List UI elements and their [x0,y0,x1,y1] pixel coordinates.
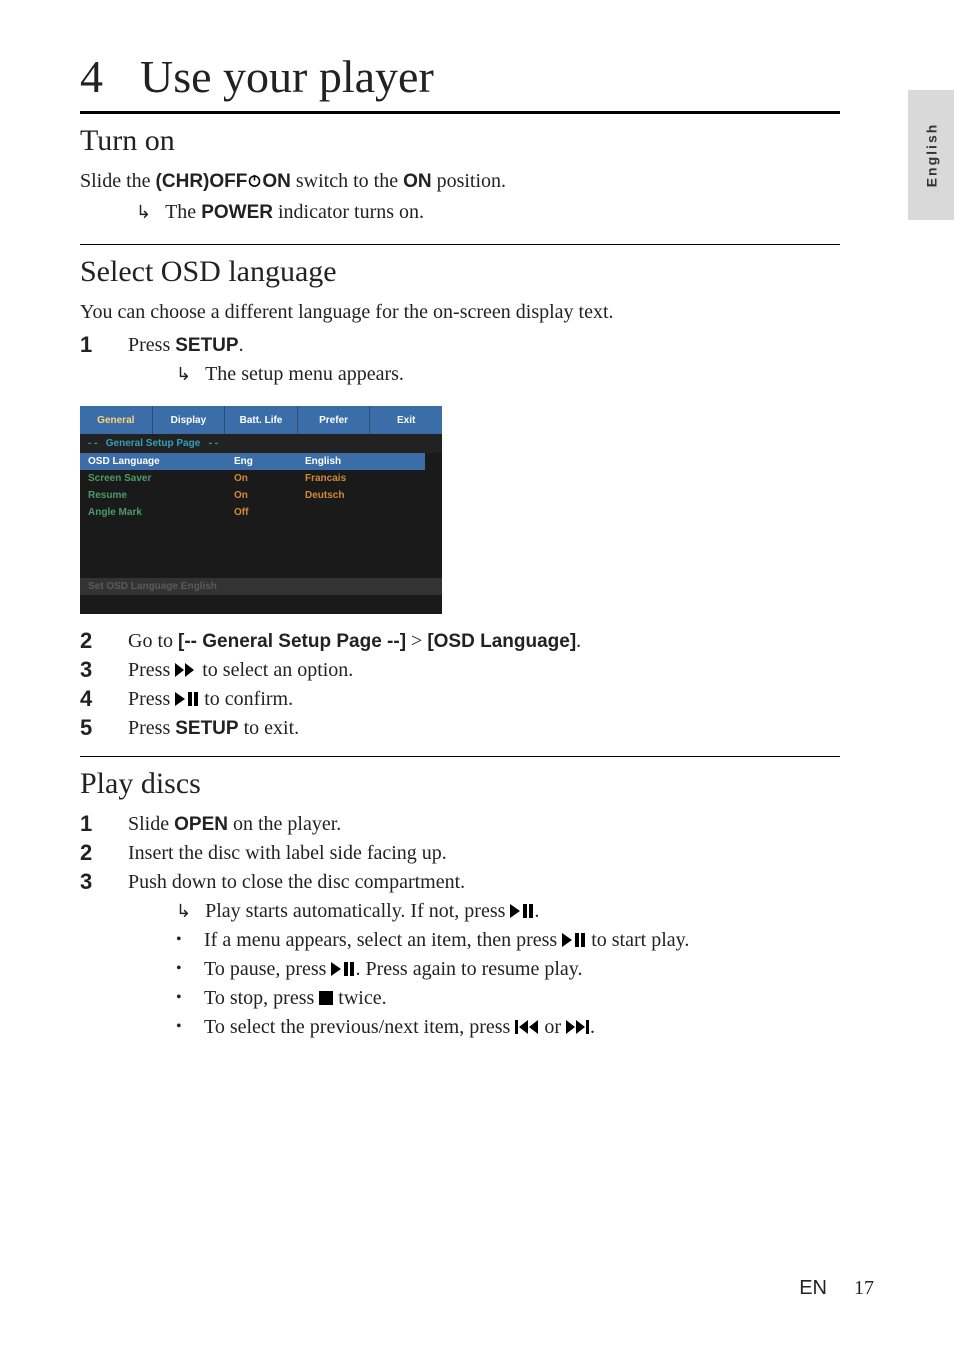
setup-subheader: - - General Setup Page - - [80,434,442,453]
language-tab-label: English [923,123,939,188]
turn-on-text: Slide the (CHR)OFFON switch to the ON po… [80,168,884,195]
play-pause-icon [562,933,586,947]
setup-tab: Display [153,406,226,434]
setup-option: English [295,453,425,470]
setup-status: Set OSD Language English [80,578,442,595]
setup-option: Francais [295,470,425,487]
osd-step-2: 2 Go to [-- General Setup Page --] > [OS… [80,628,884,655]
play-step-2: 2 Insert the disc with label side facing… [80,840,884,867]
result-arrow-icon: ↳ [176,898,191,924]
setup-row: Angle MarkOff [80,504,295,521]
osd-intro: You can choose a different language for … [80,299,884,326]
osd-step-1: 1 Press SETUP. ↳The setup menu appears. [80,332,884,388]
setup-row: Screen SaverOn [80,470,295,487]
next-track-icon [566,1020,590,1034]
play-pause-icon [510,904,534,918]
play-step-3: 3 Push down to close the disc compartmen… [80,869,884,1041]
play-bullet: •To pause, press . Press again to resume… [176,956,884,983]
footer-page-number: 17 [854,1277,874,1299]
play-bullet: •To stop, press twice. [176,985,884,1012]
chapter-title: 4Use your player [80,50,884,103]
prev-track-icon [515,1020,539,1034]
footer-lang: EN [799,1277,827,1299]
setup-options: EnglishFrancaisDeutsch [295,453,425,578]
setup-row: OSD LanguageEng [80,453,295,470]
setup-rows: OSD LanguageEngScreen SaverOnResumeOnAng… [80,453,295,578]
turn-on-result: ↳ The POWER indicator turns on. [136,199,884,230]
osd-step-5: 5 Press SETUP to exit. [80,715,884,742]
section-osd: Select OSD language [80,255,884,289]
play-pause-icon [175,692,199,706]
setup-tab: Exit [370,406,442,434]
result-arrow-icon: ↳ [176,361,191,387]
setup-tab: Batt. Life [225,406,298,434]
setup-row: ResumeOn [80,487,295,504]
power-icon [247,173,262,188]
play-pause-icon [331,962,355,976]
divider [80,111,840,114]
setup-tabs: GeneralDisplayBatt. LifePreferExit [80,406,442,434]
setup-tab: Prefer [298,406,371,434]
osd-step-4: 4 Press to confirm. [80,686,884,713]
play-bullet: •If a menu appears, select an item, then… [176,927,884,954]
stop-icon [319,991,333,1005]
divider [80,244,840,245]
section-turn-on: Turn on [80,124,884,158]
result-arrow-icon: ↳ [136,199,151,225]
play-step-1: 1 Slide OPEN on the player. [80,811,884,838]
osd-step-3: 3 Press to select an option. [80,657,884,684]
section-play: Play discs [80,767,884,801]
page-footer: EN 17 [799,1277,874,1300]
play-bullet: •To select the previous/next item, press… [176,1014,884,1041]
setup-tab: General [80,406,153,434]
divider [80,756,840,757]
setup-menu-screenshot: GeneralDisplayBatt. LifePreferExit - - G… [80,406,442,614]
setup-option: Deutsch [295,487,425,504]
fast-forward-icon [175,663,197,677]
language-tab: English [908,90,954,220]
